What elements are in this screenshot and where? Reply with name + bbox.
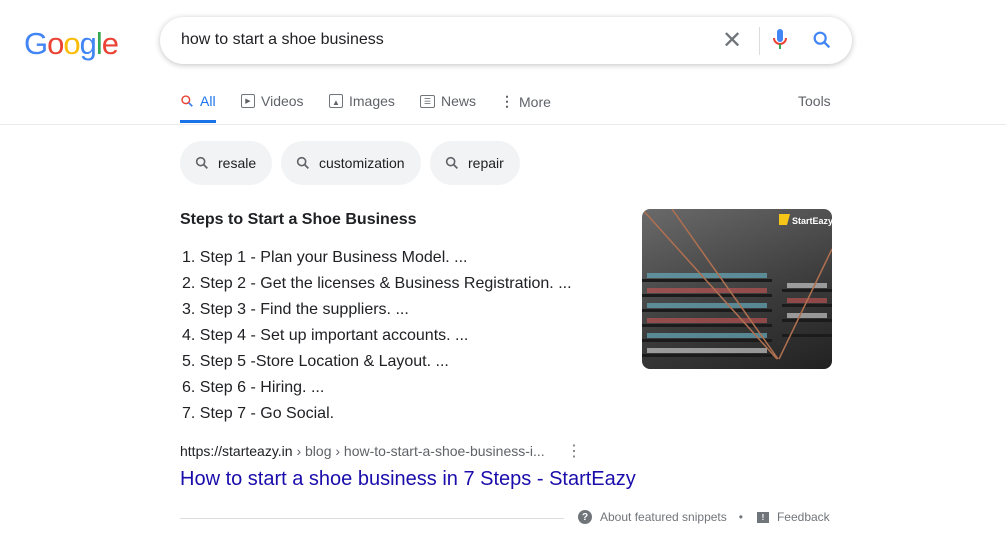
list-item: 5. Step 5 -Store Location & Layout. ... bbox=[182, 353, 449, 370]
snippet-image[interactable]: StartEazy bbox=[642, 209, 832, 369]
search-icon bbox=[195, 156, 208, 169]
result-title-link[interactable]: How to start a shoe business in 7 Steps … bbox=[180, 468, 636, 491]
search-input[interactable]: how to start a shoe business bbox=[181, 31, 384, 49]
feedback-icon: ! bbox=[756, 511, 769, 523]
clear-icon[interactable]: ✕ bbox=[722, 26, 742, 55]
tab-videos[interactable]: ▶ Videos bbox=[241, 93, 304, 109]
tab-label: Videos bbox=[261, 93, 304, 109]
help-icon: ? bbox=[578, 510, 592, 524]
chip-label: repair bbox=[468, 155, 504, 171]
about-snippets-link[interactable]: About featured snippets bbox=[600, 510, 727, 524]
divider bbox=[759, 27, 760, 55]
play-icon: ▶ bbox=[241, 94, 255, 108]
url-domain: https://starteazy.in bbox=[180, 443, 293, 459]
separator-dot: • bbox=[738, 510, 743, 524]
search-icon bbox=[296, 156, 309, 169]
tab-label: All bbox=[200, 93, 216, 109]
tab-all[interactable]: All bbox=[180, 93, 216, 109]
image-logo-text: StartEazy bbox=[792, 216, 832, 226]
list-item: 1. Step 1 - Plan your Business Model. ..… bbox=[182, 249, 468, 266]
chip-label: resale bbox=[218, 155, 257, 171]
chip-resale[interactable]: resale bbox=[180, 141, 273, 185]
chip-label: customization bbox=[319, 155, 405, 171]
tab-more[interactable]: ⋮ More bbox=[500, 93, 551, 110]
search-icon bbox=[445, 156, 458, 169]
divider bbox=[0, 124, 1006, 125]
url-path: › blog › how-to-start-a-shoe-business-i.… bbox=[292, 443, 545, 459]
feedback-link[interactable]: Feedback bbox=[777, 510, 830, 524]
tools-button[interactable]: Tools bbox=[798, 93, 831, 109]
snippet-footer: ? About featured snippets • ! Feedback bbox=[578, 510, 830, 524]
list-item: 4. Step 4 - Set up important accounts. .… bbox=[182, 327, 469, 344]
steps-list: 1. Step 1 - Plan your Business Model. ..… bbox=[182, 245, 572, 427]
list-item: 7. Step 7 - Go Social. bbox=[182, 405, 335, 422]
search-box[interactable]: how to start a shoe business ✕ bbox=[160, 17, 852, 64]
search-icon[interactable] bbox=[811, 29, 833, 51]
list-item: 2. Step 2 - Get the licenses & Business … bbox=[182, 275, 572, 292]
list-item: 6. Step 6 - Hiring. ... bbox=[182, 379, 325, 396]
more-vert-icon: ⋮ bbox=[500, 93, 514, 109]
shoe-shelves-illustration bbox=[642, 209, 832, 360]
microphone-icon[interactable] bbox=[773, 28, 787, 52]
google-logo[interactable]: Google bbox=[24, 26, 119, 62]
chip-repair[interactable]: repair bbox=[430, 141, 520, 185]
image-icon: ▲ bbox=[329, 94, 343, 108]
tab-news[interactable]: ☰ News bbox=[420, 93, 476, 109]
news-icon: ☰ bbox=[420, 94, 435, 108]
active-tab-indicator bbox=[180, 120, 216, 123]
tab-label: More bbox=[519, 93, 551, 110]
divider bbox=[180, 518, 564, 519]
tab-images[interactable]: ▲ Images bbox=[329, 93, 395, 109]
result-url: https://starteazy.in › blog › how-to-sta… bbox=[180, 443, 545, 459]
chip-customization[interactable]: customization bbox=[281, 141, 421, 185]
snippet-title: Steps to Start a Shoe Business bbox=[180, 211, 417, 228]
list-item: 3. Step 3 - Find the suppliers. ... bbox=[182, 301, 409, 318]
search-icon bbox=[181, 95, 193, 107]
tools-label: Tools bbox=[798, 93, 831, 109]
more-options-icon[interactable]: ⋮ bbox=[566, 441, 582, 461]
tab-label: Images bbox=[349, 93, 395, 109]
tab-label: News bbox=[441, 93, 477, 109]
